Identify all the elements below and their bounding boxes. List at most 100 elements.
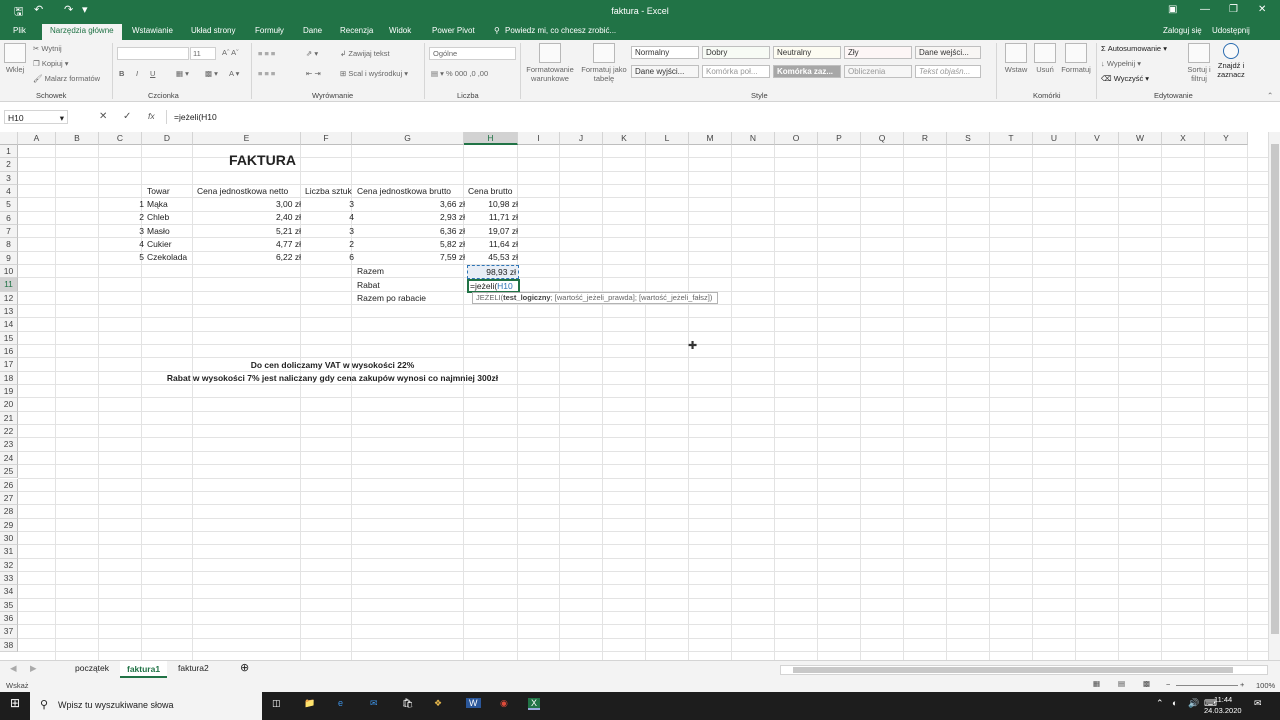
column-header-s[interactable]: S [947,132,990,145]
row-header-15[interactable]: 15 [0,331,18,346]
row-header-7[interactable]: 7 [0,225,18,239]
column-header-j[interactable]: J [560,132,603,145]
style-normal[interactable]: Normalny [631,46,699,59]
accounting-format-icon[interactable]: ▤ ▾ % 000 ,0 ,00 [431,69,488,78]
page-layout-icon[interactable]: ▤ [1118,679,1125,688]
column-header-h[interactable]: H [464,132,518,145]
row-header-24[interactable]: 24 [0,451,18,466]
name-box[interactable]: H10 ▾ [4,110,68,124]
style-linked-cell[interactable]: Komórka poł... [702,65,770,78]
store-icon[interactable]: 🛍 [402,698,413,709]
copy-button[interactable]: ❐ Kopiuj ▾ [33,59,69,68]
row-header-26[interactable]: 26 [0,478,18,492]
style-check-cell[interactable]: Komórka zaz... [773,65,841,78]
column-header-y[interactable]: Y [1205,132,1248,145]
row-header-30[interactable]: 30 [0,531,18,546]
row-header-14[interactable]: 14 [0,318,18,332]
row-header-22[interactable]: 22 [0,425,18,439]
item-name-cell[interactable]: Czekolada [147,251,195,264]
orientation-icon[interactable]: ⇗ ▾ [306,49,318,58]
sum-label[interactable]: Razem [357,265,384,278]
prev-sheet-icon[interactable]: ◀ [10,663,17,674]
row-header-2[interactable]: 2 [0,158,18,172]
windows-start-icon[interactable]: ⊞ [10,696,20,710]
merge-center-button[interactable]: ⊞ Scal i wyśrodkuj ▾ [340,69,408,78]
item-gross-unit-cell[interactable]: 6,36 zł [356,225,465,238]
item-no-cell[interactable]: 5 [102,251,144,264]
row-header-13[interactable]: 13 [0,305,18,319]
item-qty-cell[interactable]: 2 [304,238,354,251]
item-no-cell[interactable]: 2 [102,211,144,224]
zoom-out-icon[interactable]: − [1166,680,1170,689]
item-gross-cell[interactable]: 10,98 zł [467,198,518,211]
clock-date[interactable]: 24.03.2020 [1204,706,1242,715]
tab-insert[interactable]: Wstawianie [132,26,173,35]
invoice-title[interactable]: FAKTURA [145,151,380,169]
item-gross-cell[interactable]: 45,53 zł [467,251,518,264]
insert-cells-button[interactable]: Wstaw [1002,43,1030,74]
item-no-cell[interactable]: 4 [102,238,144,251]
format-as-table-button[interactable]: Formatuj jako tabelę [578,43,630,83]
restore-icon[interactable]: ❐ [1229,4,1238,15]
column-header-v[interactable]: V [1076,132,1119,145]
tab-page-layout[interactable]: Układ strony [191,26,235,35]
notifications-icon[interactable]: ✉ [1254,698,1262,709]
font-name-box[interactable] [117,47,189,60]
row-header-10[interactable]: 10 [0,265,18,279]
mail-icon[interactable]: ✉ [370,698,378,709]
item-gross-unit-cell[interactable]: 3,66 zł [356,198,465,211]
tab-file[interactable]: Plik [13,26,26,35]
zoom-in-icon[interactable]: + [1240,680,1244,689]
underline-button[interactable]: U [150,69,155,78]
tab-data[interactable]: Dane [303,26,322,35]
style-output[interactable]: Dane wyjści... [631,65,699,78]
sheet-tab-invoice1[interactable]: faktura1 [120,661,168,678]
header-unit-gross[interactable]: Cena jednostkowa brutto [357,185,451,198]
item-gross-unit-cell[interactable]: 2,93 zł [356,211,465,224]
vat-note[interactable]: Do cen doliczamy VAT w wysokości 22% [145,359,520,372]
item-qty-cell[interactable]: 4 [304,211,354,224]
column-header-b[interactable]: B [56,132,99,145]
item-qty-cell[interactable]: 6 [304,251,354,264]
cut-button[interactable]: ✂ Wytnij [33,44,62,53]
horizontal-scroll-thumb[interactable] [793,667,1233,673]
sign-in-link[interactable]: Zaloguj się [1163,26,1202,35]
column-header-q[interactable]: Q [861,132,904,145]
fill-button[interactable]: ↓ Wypełnij ▾ [1101,59,1141,68]
vertical-scroll-thumb[interactable] [1271,144,1279,634]
fill-color-icon[interactable]: ▩ ▾ [205,69,218,78]
row-header-21[interactable]: 21 [0,411,18,426]
header-quantity[interactable]: Liczba sztuk [305,185,352,198]
minimize-icon[interactable]: — [1200,4,1210,15]
borders-icon[interactable]: ▦ ▾ [176,69,189,78]
header-gross[interactable]: Cena brutto [468,185,512,198]
bold-button[interactable]: B [119,69,124,78]
column-header-n[interactable]: N [732,132,775,145]
zoom-slider[interactable] [1176,685,1238,686]
item-gross-cell[interactable]: 11,71 zł [467,211,518,224]
next-sheet-icon[interactable]: ▶ [30,663,37,674]
style-calculation[interactable]: Obliczenia [844,65,912,78]
sheet-tab-start[interactable]: początek [75,663,109,673]
item-no-cell[interactable]: 3 [102,225,144,238]
column-header-x[interactable]: X [1162,132,1205,145]
indent-icon[interactable]: ⇤ ⇥ [306,69,321,78]
sort-filter-button[interactable]: Sortuj i filtruj [1182,43,1216,83]
horizontal-scrollbar[interactable] [780,665,1268,675]
style-neutral[interactable]: Neutralny [773,46,841,59]
style-explanatory[interactable]: Tekst objaśn... [915,65,981,78]
item-name-cell[interactable]: Mąka [147,198,195,211]
item-qty-cell[interactable]: 3 [304,225,354,238]
column-header-o[interactable]: O [775,132,818,145]
item-qty-cell[interactable]: 3 [304,198,354,211]
chrome-icon[interactable]: ◉ [500,698,508,709]
clock-time[interactable]: 11:44 [1214,695,1232,704]
row-header-28[interactable]: 28 [0,505,18,519]
row-header-32[interactable]: 32 [0,558,18,572]
autosum-button[interactable]: Σ Autosumowanie ▾ [1101,44,1167,53]
row-header-33[interactable]: 33 [0,571,18,586]
style-bad[interactable]: Zły [844,46,912,59]
header-product[interactable]: Towar [147,185,170,198]
normal-view-icon[interactable]: ▦ [1093,679,1100,688]
column-header-d[interactable]: D [142,132,193,145]
